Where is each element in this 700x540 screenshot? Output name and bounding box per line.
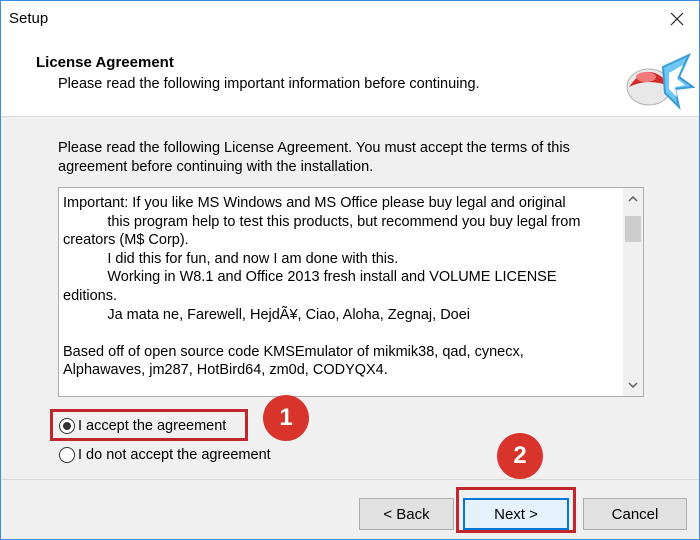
page-title: License Agreement [36, 54, 174, 71]
decline-radio-circle[interactable] [59, 447, 75, 463]
chevron-up-icon [628, 196, 638, 202]
title-bar: Setup [1, 1, 699, 39]
license-text: Important: If you like MS Windows and MS… [63, 195, 581, 379]
step-badge-2: 2 [497, 433, 543, 479]
scroll-up-button[interactable] [623, 188, 643, 210]
back-button[interactable]: < Back [359, 498, 454, 530]
page-subtitle: Please read the following important info… [58, 76, 480, 92]
scroll-down-button[interactable] [623, 374, 643, 396]
cancel-button[interactable]: Cancel [583, 498, 687, 530]
chevron-down-icon [628, 382, 638, 388]
decline-radio[interactable]: I do not accept the agreement [59, 444, 271, 466]
highlight-box-accept [50, 409, 248, 441]
setup-window: Setup License Agreement Please read the … [0, 0, 700, 540]
wizard-header: License Agreement Please read the follow… [1, 39, 699, 117]
scroll-thumb[interactable] [625, 216, 641, 242]
license-scrollbar[interactable] [623, 188, 643, 396]
step-badge-1: 1 [263, 395, 309, 441]
next-button[interactable]: Next > [463, 498, 569, 530]
window-title: Setup [9, 10, 49, 27]
license-textbox[interactable]: Important: If you like MS Windows and MS… [58, 187, 644, 397]
close-icon [670, 12, 684, 26]
setup-logo-icon [626, 52, 695, 111]
intro-text: Please read the following License Agreem… [58, 140, 570, 175]
decline-radio-label[interactable]: I do not accept the agreement [78, 447, 271, 463]
close-button[interactable] [657, 1, 697, 37]
